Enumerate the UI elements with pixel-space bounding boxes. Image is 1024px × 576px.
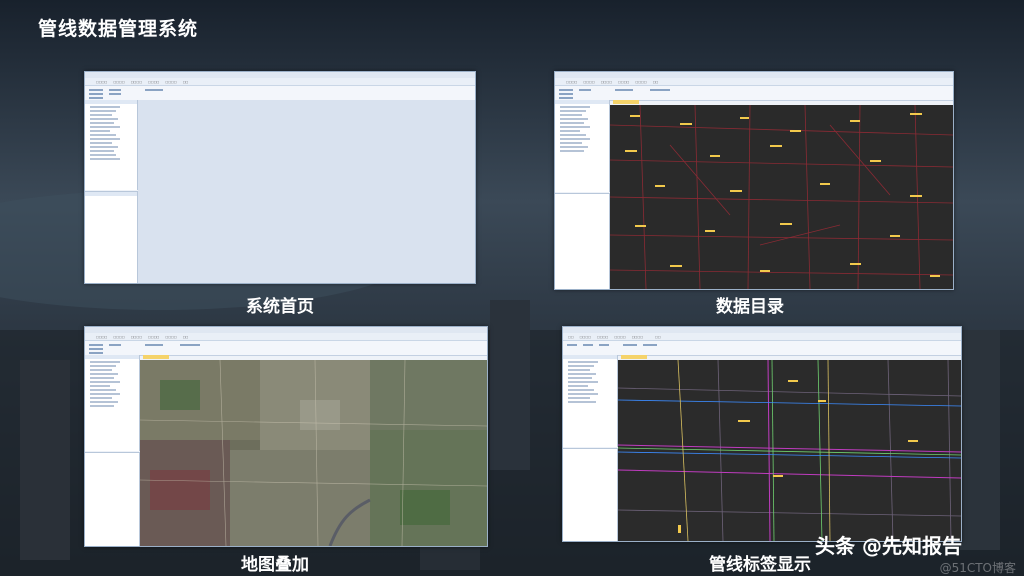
properties-panel	[563, 448, 618, 541]
brand-logo-text: 头条 @先知报告	[815, 534, 962, 558]
properties-panel	[85, 191, 138, 283]
screenshot-data-catalog: □□□□ □□□□ □□□□ □□□□ □□□□ □□	[554, 71, 954, 290]
home-blank-canvas	[138, 100, 475, 283]
screenshot-system-home: □□□□ □□□□ □□□□ □□□□ □□□□ □□	[84, 71, 476, 284]
window-menubar: □□ □□□□ □□□□ □□□□ □□□□ □□	[563, 333, 961, 341]
screenshot-map-overlay: □□□□ □□□□ □□□□ □□□□ □□□□ □□	[84, 326, 488, 547]
layer-tree-panel	[85, 355, 140, 451]
road-network-map	[610, 105, 953, 289]
window-toolbar	[85, 86, 475, 101]
screenshot-pipeline-labels: □□ □□□□ □□□□ □□□□ □□□□ □□	[562, 326, 962, 542]
window-menubar: □□□□ □□□□ □□□□ □□□□ □□□□ □□	[85, 333, 487, 341]
pipeline-label-map	[618, 360, 961, 541]
map-tab[interactable]	[613, 100, 639, 104]
caption-system-home: 系统首页	[246, 297, 314, 317]
map-tab[interactable]	[621, 355, 647, 359]
map-tab[interactable]	[143, 355, 169, 359]
page-title: 管线数据管理系统	[38, 18, 199, 40]
caption-map-overlay: 地图叠加	[241, 555, 309, 575]
properties-panel	[85, 452, 140, 546]
window-menubar: □□□□ □□□□ □□□□ □□□□ □□□□ □□	[555, 78, 953, 86]
window-toolbar	[85, 341, 487, 356]
layer-tree-panel	[85, 100, 138, 190]
layer-tree-panel	[555, 100, 610, 192]
window-toolbar	[555, 86, 953, 101]
satellite-overlay-map	[140, 360, 487, 546]
layer-tree-panel	[563, 355, 618, 447]
caption-data-catalog: 数据目录	[716, 297, 784, 317]
watermark: @51CTO博客	[939, 561, 1016, 575]
window-menubar: □□□□ □□□□ □□□□ □□□□ □□□□ □□	[85, 78, 475, 86]
window-toolbar	[563, 341, 961, 356]
properties-panel	[555, 193, 610, 289]
